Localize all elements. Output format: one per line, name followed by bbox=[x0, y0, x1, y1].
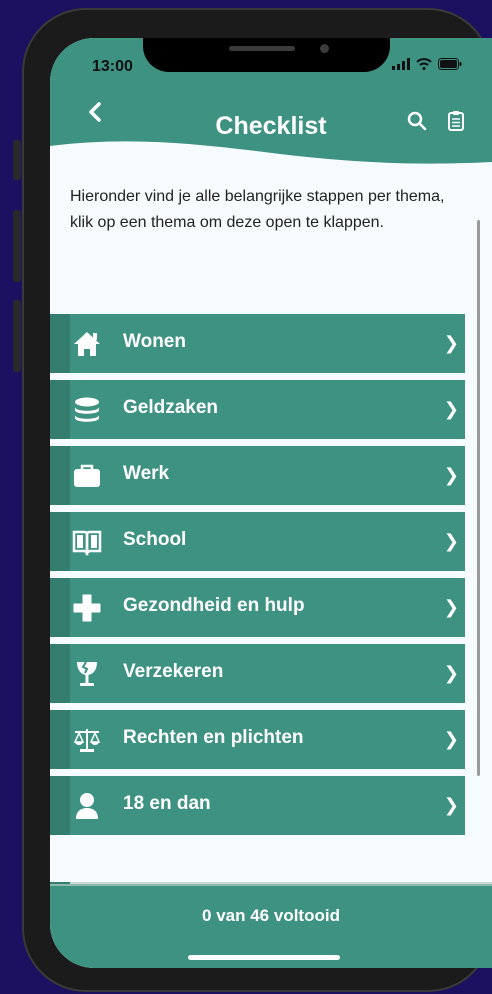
home-icon bbox=[74, 332, 100, 356]
theme-label: Geldzaken bbox=[123, 397, 219, 418]
camera bbox=[320, 44, 329, 53]
app-header: 13:00 Checklist bbox=[50, 38, 492, 168]
theme-label: Verzekeren bbox=[123, 661, 224, 682]
fragile-glass-icon bbox=[77, 661, 97, 686]
chevron-right-icon: ❯ bbox=[443, 399, 459, 420]
speaker bbox=[229, 46, 295, 51]
battery-icon bbox=[438, 58, 462, 70]
chevron-right-icon: ❯ bbox=[443, 531, 459, 552]
chevron-right-icon: ❯ bbox=[443, 729, 459, 750]
status-time: 13:00 bbox=[92, 58, 133, 75]
clipboard-icon[interactable] bbox=[447, 110, 465, 132]
theme-row-wonen[interactable]: Wonen ❯ bbox=[50, 314, 465, 373]
notch bbox=[143, 38, 390, 72]
progress-footer: 0 van 46 voltooid bbox=[50, 884, 492, 968]
home-indicator[interactable] bbox=[188, 955, 340, 960]
scrollbar[interactable] bbox=[477, 220, 480, 776]
signal-icon bbox=[392, 58, 410, 70]
chevron-right-icon: ❯ bbox=[443, 795, 459, 816]
theme-label: School bbox=[123, 529, 187, 550]
theme-label: Wonen bbox=[123, 331, 186, 352]
search-icon[interactable] bbox=[406, 110, 428, 132]
theme-row-school[interactable]: School ❯ bbox=[50, 512, 465, 571]
coins-icon bbox=[75, 397, 99, 422]
theme-list: Wonen ❯ Geldzaken ❯ Werk ❯ School ❯ Gezo… bbox=[50, 314, 465, 842]
briefcase-icon bbox=[74, 464, 100, 487]
theme-row-geldzaken[interactable]: Geldzaken ❯ bbox=[50, 380, 465, 439]
chevron-right-icon: ❯ bbox=[443, 597, 459, 618]
progress-text: 0 van 46 voltooid bbox=[202, 906, 340, 925]
status-icons bbox=[392, 58, 462, 70]
volume-up-button bbox=[13, 210, 21, 282]
theme-row-gezondheid[interactable]: Gezondheid en hulp ❯ bbox=[50, 578, 465, 637]
person-icon bbox=[76, 793, 98, 819]
chevron-right-icon: ❯ bbox=[443, 465, 459, 486]
volume-down-button bbox=[13, 300, 21, 372]
theme-row-18-en-dan[interactable]: 18 en dan ❯ bbox=[50, 776, 465, 835]
intro-text: Hieronder vind je alle belangrijke stapp… bbox=[70, 188, 445, 231]
chevron-right-icon: ❯ bbox=[443, 333, 459, 354]
app-screen: 13:00 Checklist Hieronder vind je alle b… bbox=[50, 38, 492, 968]
theme-row-rechten[interactable]: Rechten en plichten ❯ bbox=[50, 710, 465, 769]
theme-label: 18 en dan bbox=[123, 793, 211, 814]
theme-label: Werk bbox=[123, 463, 170, 484]
theme-label: Gezondheid en hulp bbox=[123, 595, 305, 616]
scales-icon bbox=[73, 729, 101, 752]
theme-label: Rechten en plichten bbox=[123, 727, 304, 748]
theme-row-werk[interactable]: Werk ❯ bbox=[50, 446, 465, 505]
medical-cross-icon bbox=[73, 594, 101, 622]
wifi-icon bbox=[416, 58, 432, 70]
silent-switch bbox=[13, 140, 21, 180]
book-icon bbox=[72, 530, 102, 557]
theme-row-verzekeren[interactable]: Verzekeren ❯ bbox=[50, 644, 465, 703]
chevron-right-icon: ❯ bbox=[443, 663, 459, 684]
